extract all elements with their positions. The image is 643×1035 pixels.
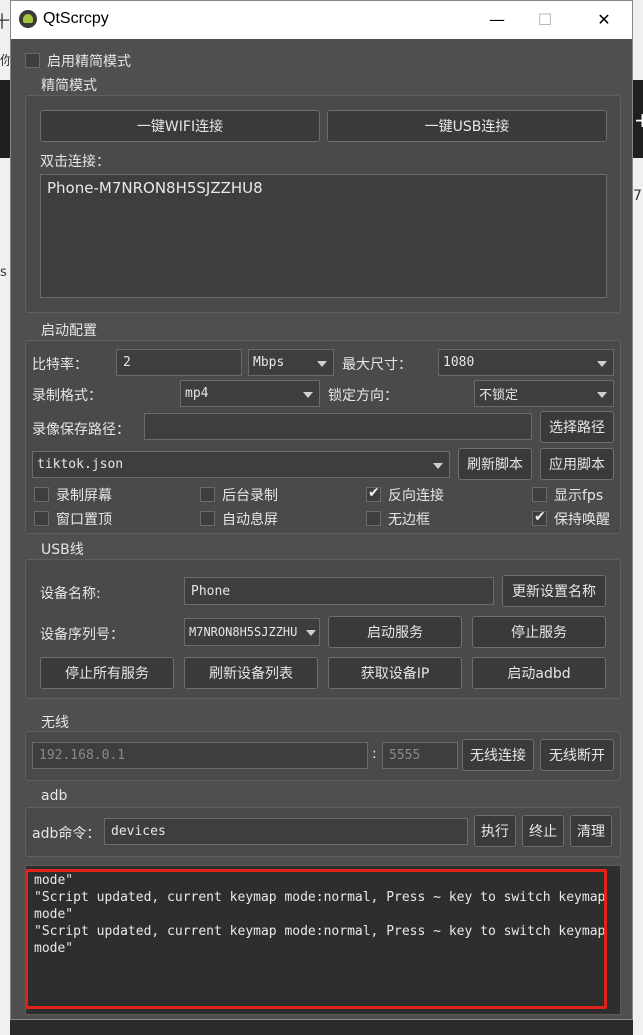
chevron-down-icon (306, 630, 316, 636)
background-fragment: + (634, 108, 643, 132)
background-fragment: s (0, 265, 7, 280)
record-format-label: 录制格式： (32, 388, 102, 404)
window-title: QtScrcpy (43, 10, 109, 27)
always-on-top-checkbox[interactable] (34, 511, 49, 526)
stay-awake-checkbox[interactable] (532, 509, 547, 526)
device-list[interactable]: Phone-M7NRON8H5SJZZHU8 (40, 174, 607, 298)
choose-path-button[interactable]: 选择路径 (540, 411, 614, 443)
save-path-input[interactable] (144, 413, 532, 440)
title-bar[interactable]: QtScrcpy — ☐ ✕ (11, 1, 632, 39)
show-fps-checkbox[interactable] (532, 487, 547, 502)
simple-mode-checkbox[interactable] (25, 53, 40, 68)
chevron-down-icon (597, 360, 607, 367)
adb-group-title: adb (41, 788, 68, 804)
reverse-connect-checkbox[interactable] (366, 485, 381, 502)
lock-orientation-select[interactable]: 不锁定 (474, 380, 614, 407)
wireless-group-title: 无线 (41, 715, 69, 731)
save-path-label: 录像保存路径： (32, 422, 130, 438)
script-value: tiktok.json (37, 457, 124, 472)
always-on-top-label: 窗口置顶 (56, 512, 112, 528)
main-content: 启用精简模式 精简模式 一键WIFI连接 一键USB连接 双击连接： Phone… (11, 39, 632, 1019)
minimize-button[interactable]: — (477, 7, 517, 33)
device-name-input[interactable]: Phone (184, 577, 494, 605)
stay-awake-label: 保持唤醒 (554, 512, 610, 528)
device-list-item[interactable]: Phone-M7NRON8H5SJZZHU8 (47, 179, 263, 197)
show-fps-label: 显示fps (554, 488, 604, 504)
record-screen-checkbox[interactable] (34, 487, 49, 502)
reverse-connect-label: 反向连接 (388, 488, 444, 504)
max-size-select[interactable]: 1080 (438, 349, 614, 376)
wireless-connect-button[interactable]: 无线连接 (462, 739, 534, 771)
usb-group-title: USB线 (41, 542, 84, 558)
wifi-connect-button[interactable]: 一键WIFI连接 (40, 110, 320, 142)
serial-value: M7NRON8H5SJZZHU (189, 625, 298, 639)
bitrate-input[interactable]: 2 (116, 349, 242, 376)
wireless-group: 192.168.0.1 : 5555 无线连接 无线断开 (25, 731, 621, 781)
qtscrcpy-window: QtScrcpy — ☐ ✕ 启用精简模式 精简模式 一键WIFI连接 一键US… (10, 0, 633, 1020)
adb-clear-button[interactable]: 清理 (570, 815, 612, 847)
stop-all-services-button[interactable]: 停止所有服务 (40, 657, 174, 689)
refresh-device-list-button[interactable]: 刷新设备列表 (184, 657, 318, 689)
apply-script-button[interactable]: 应用脚本 (540, 448, 614, 480)
max-size-label: 最大尺寸： (342, 357, 412, 373)
simple-mode-group-title: 精简模式 (41, 78, 97, 94)
script-select[interactable]: tiktok.json (32, 451, 450, 478)
bitrate-unit-select[interactable]: Mbps (248, 349, 334, 376)
start-config-group-title: 启动配置 (41, 323, 97, 339)
lock-orientation-value: 不锁定 (479, 388, 519, 403)
close-button[interactable]: ✕ (584, 7, 624, 33)
adb-command-input[interactable]: devices (104, 818, 468, 845)
refresh-script-button[interactable]: 刷新脚本 (458, 448, 532, 480)
frameless-checkbox[interactable] (366, 511, 381, 526)
simple-mode-group: 一键WIFI连接 一键USB连接 双击连接： Phone-M7NRON8H5SJ… (25, 95, 621, 313)
start-adbd-button[interactable]: 启动adbd (472, 657, 606, 689)
usb-group: 设备名称: Phone 更新设置名称 设备序列号： M7NRON8H5SJZZH… (25, 559, 621, 699)
device-name-label: 设备名称: (40, 586, 101, 602)
chevron-down-icon (303, 391, 313, 398)
double-click-label: 双击连接： (40, 154, 110, 170)
background-fragment: 十 (0, 12, 11, 31)
start-config-group: 比特率： 2 Mbps 最大尺寸： 1080 录制格式： mp4 锁定方向： 不… (25, 340, 621, 534)
chevron-down-icon (597, 391, 607, 398)
wireless-disconnect-button[interactable]: 无线断开 (540, 739, 614, 771)
frameless-label: 无边框 (388, 512, 430, 528)
chevron-down-icon (317, 360, 327, 367)
record-format-select[interactable]: mp4 (180, 380, 320, 407)
bitrate-label: 比特率： (32, 357, 88, 373)
stop-service-button[interactable]: 停止服务 (472, 616, 606, 648)
background-record-label: 后台录制 (222, 488, 278, 504)
maximize-button: ☐ (537, 10, 553, 29)
lock-orientation-label: 锁定方向： (328, 388, 398, 404)
background-dark-band-left (0, 80, 10, 158)
background-record-checkbox[interactable] (200, 487, 215, 502)
adb-execute-button[interactable]: 执行 (474, 815, 516, 847)
record-format-value: mp4 (185, 386, 209, 401)
update-device-name-button[interactable]: 更新设置名称 (502, 575, 606, 607)
adb-stop-button[interactable]: 终止 (522, 815, 564, 847)
adb-command-label: adb命令： (32, 826, 101, 842)
ip-port-separator: : (372, 746, 377, 762)
android-icon (19, 10, 37, 28)
serial-label: 设备序列号： (40, 627, 124, 643)
record-screen-label: 录制屏幕 (56, 488, 112, 504)
background-fragment: 7. (633, 188, 643, 204)
auto-screen-off-label: 自动息屏 (222, 512, 278, 528)
max-size-value: 1080 (443, 355, 475, 370)
highlight-box (25, 869, 607, 1009)
auto-screen-off-checkbox[interactable] (200, 511, 215, 526)
bitrate-unit-value: Mbps (253, 355, 285, 370)
serial-select[interactable]: M7NRON8H5SJZZHU (184, 618, 320, 646)
get-device-ip-button[interactable]: 获取设备IP (328, 657, 462, 689)
adb-group: adb命令： devices 执行 终止 清理 (25, 807, 621, 857)
start-service-button[interactable]: 启动服务 (328, 616, 462, 648)
simple-mode-checkbox-label: 启用精简模式 (47, 54, 131, 70)
wireless-ip-input[interactable]: 192.168.0.1 (32, 742, 368, 769)
wireless-port-input[interactable]: 5555 (382, 742, 458, 769)
usb-connect-button[interactable]: 一键USB连接 (327, 110, 607, 142)
chevron-down-icon (433, 462, 443, 469)
